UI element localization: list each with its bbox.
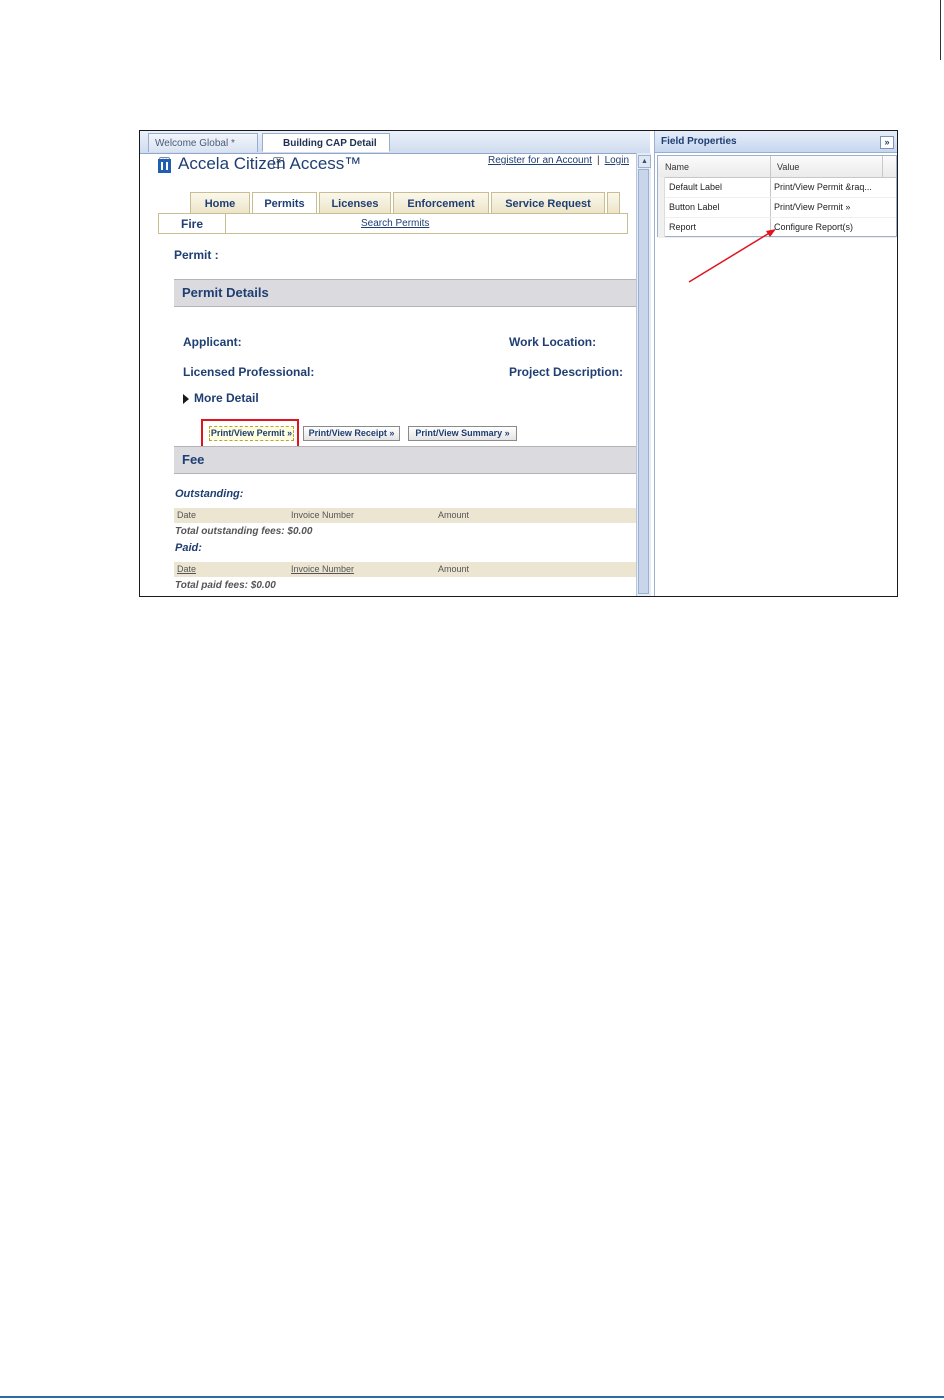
tab-permits[interactable]: Permits [252,192,317,214]
work-location-label: Work Location: [509,335,597,349]
project-description-label: Project Description: [509,365,624,379]
scrollbar-thumb[interactable] [638,169,649,594]
tab-licenses[interactable]: Licenses [319,192,391,214]
tab-building-cap-detail[interactable]: Building CAP Detail ✕ [262,133,390,168]
print-view-receipt-button[interactable]: Print/View Receipt » [303,426,400,441]
total-outstanding-fees: Total outstanding fees: $0.00 [175,526,313,537]
applicant-label: Applicant: [183,335,242,349]
highlight-box [201,419,299,448]
permit-details-heading: Permit Details [174,279,636,307]
total-paid-fees: Total paid fees: $0.00 [175,580,276,591]
col-invoice-number-sort-link[interactable]: Invoice Number [291,562,354,577]
paid-table-header: Date Invoice Number Amount [174,562,636,577]
more-detail-label: More Detail [194,391,259,405]
tab-welcome-global[interactable]: Welcome Global * ✕ [148,133,258,168]
expand-triangle-icon [183,393,189,404]
tab-label: Welcome Global * [155,138,235,149]
header-links: Register for an Account | Login [488,155,629,166]
tab-enforcement[interactable]: Enforcement [393,192,489,214]
page-margin-rule [940,0,941,60]
designer-screenshot: Welcome Global * ✕ Building CAP Detail ✕… [139,130,898,597]
licensed-professional-label: Licensed Professional: [183,365,315,379]
subtab-bar: Fire Search Permits [158,213,628,234]
link-separator: | [596,155,600,166]
field-properties-panel: Field Properties » Name Value Default La… [654,131,897,596]
paid-heading: Paid: [175,542,202,554]
tab-label: Building CAP Detail [283,138,377,149]
col-date-sort-link[interactable]: Date [177,562,196,577]
col-amount: Amount [438,564,470,574]
permit-number-label: Permit : [174,248,219,262]
search-permits-link[interactable]: Search Permits [361,218,429,229]
accela-logo-icon [158,159,171,173]
print-view-summary-button[interactable]: Print/View Summary » [408,426,517,441]
tab-service-request[interactable]: Service Request [491,192,605,214]
col-date: Date [177,510,197,520]
outstanding-table-header: Date Invoice Number Amount [174,508,636,523]
more-detail-toggle[interactable]: More Detail [183,391,259,405]
tab-home[interactable]: Home [190,192,250,214]
subtab-fire[interactable]: Fire [159,214,226,233]
col-invoice-number: Invoice Number [291,510,355,520]
document-tabstrip: Welcome Global * ✕ Building CAP Detail ✕ [140,131,650,168]
col-amount: Amount [438,510,470,520]
register-link[interactable]: Register for an Account [488,155,592,166]
fee-heading: Fee [174,446,636,474]
callout-arrow-icon [688,229,776,283]
app-title: Accela Citizen Access™ [178,154,362,173]
scroll-up-arrow-icon[interactable]: ▲ [638,155,651,168]
tab-overflow [607,192,620,214]
page-footer-rule [0,1396,944,1398]
login-link[interactable]: Login [605,155,629,166]
outstanding-heading: Outstanding: [175,488,244,500]
canvas-scrollbar[interactable]: ▲ [636,153,651,596]
designer-canvas: Welcome Global * ✕ Building CAP Detail ✕… [140,131,651,596]
